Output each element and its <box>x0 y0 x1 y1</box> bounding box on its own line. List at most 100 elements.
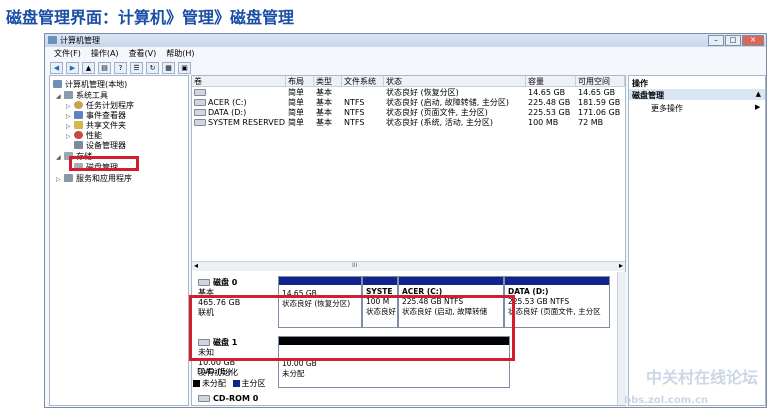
window-controls: – □ ✕ <box>708 35 764 46</box>
page-heading: 磁盘管理界面：计算机》管理》磁盘管理 <box>6 8 295 27</box>
scroll-grip[interactable]: III <box>352 262 357 269</box>
capacity-cell: 225.53 GB <box>528 108 571 117</box>
tools-icon <box>64 91 73 99</box>
partition-status: 状态良好 (页面文件, 主分区 <box>508 307 601 316</box>
col-header-type[interactable]: 类型 <box>314 76 342 87</box>
free-space-cell: 14.65 GB <box>578 88 616 97</box>
tree-label: 系统工具 <box>76 91 108 100</box>
free-space-cell: 181.59 GB <box>578 98 621 107</box>
collapse-arrow-icon[interactable]: ◢ <box>56 93 64 100</box>
expand-arrow-icon[interactable]: ▷ <box>66 103 74 110</box>
tree-label: 共享文件夹 <box>86 121 126 130</box>
horizontal-scrollbar[interactable]: ◂ III ▸ <box>192 261 625 271</box>
filesystem-cell: NTFS <box>344 98 365 107</box>
scroll-right-arrow-icon[interactable]: ▸ <box>619 261 623 270</box>
col-header-free-space[interactable]: 可用空间 <box>576 76 625 87</box>
disk-drive-icon <box>198 279 210 286</box>
status-cell: 状态良好 (系统, 活动, 主分区) <box>386 118 493 127</box>
volume-name: SYSTEM RESERVED <box>208 118 285 127</box>
menu-help[interactable]: 帮助(H) <box>166 48 194 60</box>
menu-action[interactable]: 操作(A) <box>91 48 119 60</box>
expand-arrow-icon[interactable]: ▷ <box>66 123 74 130</box>
type-cell: 基本 <box>316 88 332 97</box>
actions-section-label: 磁盘管理 <box>632 91 664 100</box>
volume-name: DATA (D:) <box>208 108 247 117</box>
menu-view[interactable]: 查看(V) <box>129 48 157 60</box>
free-space-cell: 171.06 GB <box>578 108 621 117</box>
col-header-status[interactable]: 状态 <box>384 76 526 87</box>
app-icon <box>48 36 57 44</box>
disk-legend: 未分配 主分区 <box>193 379 266 389</box>
partition-bar <box>279 277 361 285</box>
cd-drive-icon <box>198 395 210 402</box>
clock-icon <box>74 101 83 109</box>
tree-label: 设备管理器 <box>86 141 126 150</box>
layout-cell: 简单 <box>288 108 304 117</box>
partition-data-d[interactable]: DATA (D:) 225.53 GB NTFS 状态良好 (页面文件, 主分区 <box>504 276 610 328</box>
type-cell: 基本 <box>316 98 332 107</box>
type-cell: 基本 <box>316 108 332 117</box>
tree-item-device-manager[interactable]: 设备管理器 <box>74 140 126 151</box>
minimize-button[interactable]: – <box>708 35 724 46</box>
scroll-left-arrow-icon[interactable]: ◂ <box>194 261 198 270</box>
close-button[interactable]: ✕ <box>742 35 764 46</box>
help-icon[interactable]: ? <box>114 61 127 74</box>
refresh-icon[interactable]: ↻ <box>146 61 159 74</box>
actions-section-disk-management[interactable]: 磁盘管理 ▲ <box>629 89 765 100</box>
free-space-cell: 72 MB <box>578 118 604 127</box>
highlight-disk-management <box>69 156 139 171</box>
expand-arrow-icon[interactable]: ▷ <box>66 113 74 120</box>
expand-arrow-icon[interactable]: ▷ <box>66 133 74 140</box>
volume-cell: SYSTEM RESERVED <box>192 118 286 128</box>
capacity-cell: 100 MB <box>528 118 559 127</box>
tree-item-computer-management[interactable]: 计算机管理(本地) <box>53 79 127 90</box>
cdrom-name: CD-ROM 0 <box>198 394 258 404</box>
more-actions-label: 更多操作 <box>651 104 683 113</box>
col-header-filesystem[interactable]: 文件系统 <box>342 76 384 87</box>
computer-icon <box>53 80 62 88</box>
layout-cell: 简单 <box>288 118 304 127</box>
submenu-arrow-icon[interactable]: ▶ <box>755 103 760 111</box>
volume-icon <box>194 99 206 106</box>
list-view-icon[interactable]: ☰ <box>130 61 143 74</box>
up-folder-icon[interactable]: ▲ <box>82 61 95 74</box>
col-header-capacity[interactable]: 容量 <box>526 76 576 87</box>
status-cell: 状态良好 (恢复分区) <box>386 88 459 97</box>
collapse-up-icon[interactable]: ▲ <box>756 90 761 98</box>
col-header-layout[interactable]: 布局 <box>286 76 314 87</box>
collapse-arrow-icon[interactable]: ◢ <box>56 154 64 161</box>
watermark-text: 中关村在线论坛 <box>645 368 758 387</box>
legend-primary-swatch <box>232 380 240 387</box>
cdrom-name-text: CD-ROM 0 <box>213 394 259 403</box>
col-header-volume[interactable]: 卷 <box>192 76 286 87</box>
show-tree-icon[interactable]: ▤ <box>98 61 111 74</box>
volume-name: ACER (C:) <box>208 98 247 107</box>
partition-bar <box>363 277 397 285</box>
properties-icon[interactable]: ▦ <box>162 61 175 74</box>
partition-size: 225.53 GB NTFS <box>508 297 570 306</box>
status-cell: 状态良好 (启动, 故障转储, 主分区) <box>386 98 509 107</box>
volume-cell: DATA (D:) <box>192 108 286 118</box>
export-icon[interactable]: ▣ <box>178 61 191 74</box>
tree-item-services-apps[interactable]: ▷ 服务和应用程序 <box>56 173 132 184</box>
legend-unallocated-swatch <box>193 380 200 387</box>
toolbar: ◀ ▶ ▲ ▤ ? ☰ ↻ ▦ ▣ <box>45 61 191 74</box>
actions-pane: 操作 磁盘管理 ▲ 更多操作 ▶ <box>628 75 766 406</box>
back-arrow-icon[interactable]: ◀ <box>50 61 63 74</box>
menu-file[interactable]: 文件(F) <box>54 48 81 60</box>
more-actions-item[interactable]: 更多操作 <box>651 103 683 114</box>
tree-label: 计算机管理(本地) <box>65 80 128 89</box>
capacity-cell: 225.48 GB <box>528 98 571 107</box>
partition-bar <box>505 277 609 285</box>
partition-bar <box>399 277 503 285</box>
shared-folder-icon <box>74 121 83 129</box>
highlight-disk-1 <box>189 295 515 361</box>
layout-cell: 简单 <box>288 88 304 97</box>
layout-cell: 简单 <box>288 98 304 107</box>
expand-arrow-icon[interactable]: ▷ <box>56 176 64 183</box>
maximize-button[interactable]: □ <box>725 35 741 46</box>
tree-label: 事件查看器 <box>86 111 126 120</box>
vertical-scrollbar[interactable] <box>617 272 626 405</box>
volume-icon <box>194 119 206 126</box>
forward-arrow-icon[interactable]: ▶ <box>66 61 79 74</box>
